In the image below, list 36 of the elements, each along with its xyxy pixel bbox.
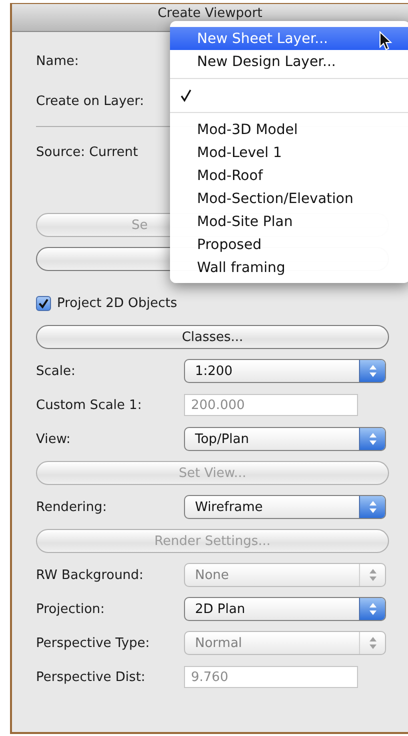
source-label: Source: Current <box>36 144 139 160</box>
menu-item[interactable]: Wall framing <box>170 256 408 279</box>
menu-item[interactable]: Mod-Site Plan <box>170 210 408 233</box>
dropdown[interactable]: 2D Plan <box>184 597 386 621</box>
menu-item[interactable]: Mod-Section/Elevation <box>170 187 408 210</box>
checkbox[interactable] <box>36 296 51 310</box>
field-label: Scale: <box>36 364 76 378</box>
menu-item[interactable]: Mod-3D Model <box>170 118 408 141</box>
stepper-arrows-icon <box>368 568 376 582</box>
stepper-arrows-icon <box>368 636 376 650</box>
menu-item[interactable]: Mod-Roof <box>170 164 408 187</box>
pointer-icon <box>379 31 393 51</box>
stepper-arrows-icon <box>368 500 376 514</box>
window-title: Create Viewport <box>158 6 262 21</box>
field-label: RW Background: <box>36 568 144 582</box>
menu-item[interactable]: New Sheet Layer... <box>170 27 408 50</box>
field-label: Custom Scale 1: <box>36 398 143 412</box>
field-label: Name: <box>36 54 80 68</box>
field-label: Rendering: <box>36 500 108 514</box>
stepper-arrows-icon <box>368 602 376 616</box>
menu-item[interactable]: New Design Layer... <box>170 50 408 73</box>
checkbox-label: Project 2D Objects <box>57 296 178 310</box>
field-label: Create on Layer: <box>36 94 146 108</box>
push-button[interactable]: Classes... <box>36 325 389 349</box>
field-label: Perspective Type: <box>36 636 151 650</box>
menu-item[interactable]: Mod-Level 1 <box>170 141 408 164</box>
dropdown[interactable]: 1:200 <box>184 359 386 383</box>
checkmark-icon[interactable] <box>180 89 192 102</box>
field-label: Projection: <box>36 602 106 616</box>
stepper-arrows-icon <box>368 364 376 378</box>
field-label: Perspective Dist: <box>36 670 146 684</box>
dropdown[interactable]: Wireframe <box>184 495 386 519</box>
menu-item[interactable]: Proposed <box>170 233 408 256</box>
field-label: View: <box>36 432 72 446</box>
stepper-arrows-icon <box>368 432 376 446</box>
dropdown[interactable]: Top/Plan <box>184 427 386 451</box>
